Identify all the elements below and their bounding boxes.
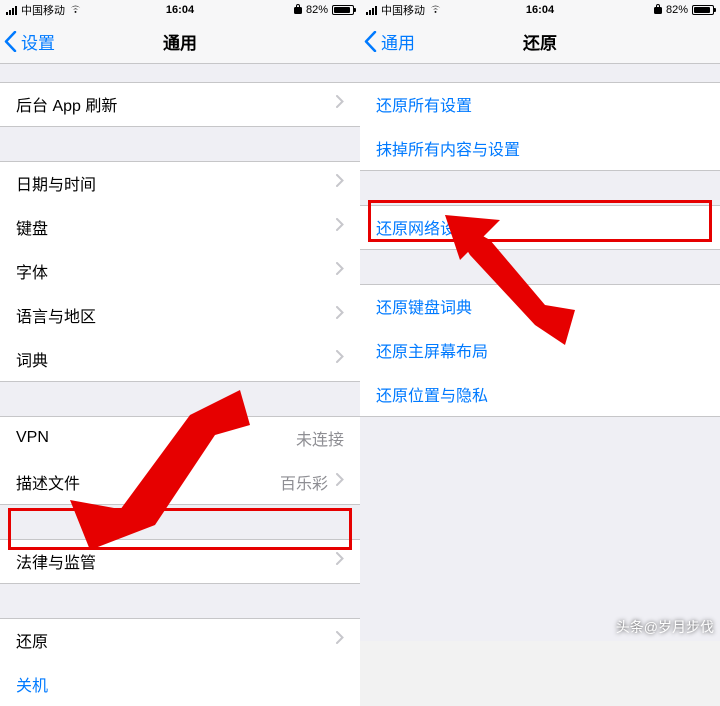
carrier-label: 中国移动 (21, 2, 65, 18)
cell-reset-keyboard-dict[interactable]: 还原键盘词典 (360, 284, 720, 328)
cell-shutdown[interactable]: 关机 (0, 662, 360, 706)
wifi-icon (69, 4, 82, 17)
cell-reset-all[interactable]: 还原所有设置 (360, 82, 720, 126)
chevron-right-icon (336, 174, 344, 192)
signal-icon (6, 6, 17, 15)
screen-general: 中国移动 16:04 82% 设置 通用 后台 App 刷新 日期与时间 键盘 … (0, 0, 360, 641)
signal-icon (366, 6, 377, 15)
wifi-icon (429, 4, 442, 17)
chevron-right-icon (336, 631, 344, 649)
carrier-label: 中国移动 (381, 2, 425, 18)
battery-icon (332, 5, 354, 15)
cell-reset-home-layout[interactable]: 还原主屏幕布局 (360, 328, 720, 372)
cell-reset[interactable]: 还原 (0, 618, 360, 662)
chevron-right-icon (336, 95, 344, 113)
cell-vpn[interactable]: VPN未连接 (0, 416, 360, 460)
battery-icon (692, 5, 714, 15)
chevron-right-icon (336, 552, 344, 570)
back-label: 通用 (381, 29, 415, 54)
back-button[interactable]: 设置 (0, 29, 55, 54)
status-bar: 中国移动 16:04 82% (0, 0, 360, 20)
status-time: 16:04 (526, 4, 554, 16)
cell-profiles[interactable]: 描述文件百乐彩 (0, 460, 360, 504)
battery-text: 82% (306, 4, 328, 16)
back-button[interactable]: 通用 (360, 29, 415, 54)
cell-language-region[interactable]: 语言与地区 (0, 293, 360, 337)
lock-icon (294, 3, 302, 17)
cell-dictionary[interactable]: 词典 (0, 337, 360, 381)
chevron-right-icon (336, 218, 344, 236)
chevron-right-icon (336, 306, 344, 324)
battery-text: 82% (666, 4, 688, 16)
status-time: 16:04 (166, 4, 194, 16)
chevron-right-icon (336, 262, 344, 280)
cell-app-refresh[interactable]: 后台 App 刷新 (0, 82, 360, 126)
cell-erase-all[interactable]: 抹掉所有内容与设置 (360, 126, 720, 170)
page-title: 还原 (523, 29, 557, 54)
back-label: 设置 (21, 29, 55, 54)
screen-reset: 中国移动 16:04 82% 通用 还原 还原所有设置 抹掉所有内容与设置 还原… (360, 0, 720, 641)
status-bar: 中国移动 16:04 82% (360, 0, 720, 20)
page-title: 通用 (163, 29, 197, 54)
cell-reset-location-privacy[interactable]: 还原位置与隐私 (360, 372, 720, 416)
cell-reset-network[interactable]: 还原网络设置 (360, 205, 720, 249)
cell-keyboard[interactable]: 键盘 (0, 205, 360, 249)
cell-legal[interactable]: 法律与监管 (0, 539, 360, 583)
watermark: 头条@岁月步伐 (616, 617, 714, 637)
nav-bar: 设置 通用 (0, 20, 360, 64)
chevron-right-icon (336, 473, 344, 491)
cell-font[interactable]: 字体 (0, 249, 360, 293)
cell-date-time[interactable]: 日期与时间 (0, 161, 360, 205)
chevron-right-icon (336, 350, 344, 368)
nav-bar: 通用 还原 (360, 20, 720, 64)
lock-icon (654, 3, 662, 17)
